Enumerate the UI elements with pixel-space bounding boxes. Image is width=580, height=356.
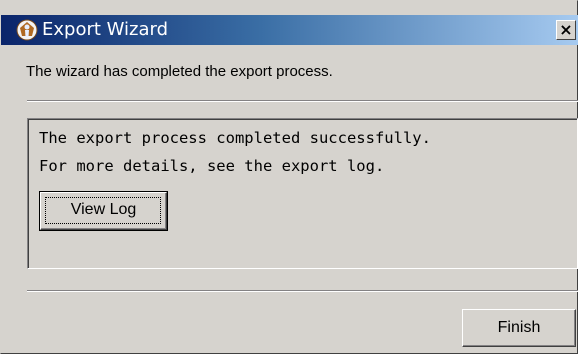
- window-title: Export Wizard: [42, 19, 169, 40]
- top-separator: [27, 100, 578, 102]
- bottom-separator: [27, 290, 578, 292]
- finish-button[interactable]: Finish: [462, 309, 576, 347]
- result-panel: The export process completed successfull…: [27, 118, 578, 269]
- result-line-success: The export process completed successfull…: [39, 129, 431, 147]
- result-line-details: For more details, see the export log.: [39, 157, 385, 175]
- view-log-button[interactable]: View Log: [39, 191, 168, 231]
- view-log-label: View Log: [70, 201, 137, 218]
- export-wizard-icon: [16, 19, 38, 41]
- completion-message: The wizard has completed the export proc…: [26, 63, 333, 80]
- title-bar[interactable]: Export Wizard ×: [1, 15, 578, 45]
- result-panel-inner: The export process completed successfull…: [28, 119, 577, 268]
- finish-label: Finish: [497, 319, 541, 336]
- export-wizard-window: Export Wizard × The wizard has completed…: [0, 0, 578, 354]
- close-icon: ×: [559, 20, 573, 39]
- close-button[interactable]: ×: [556, 20, 576, 40]
